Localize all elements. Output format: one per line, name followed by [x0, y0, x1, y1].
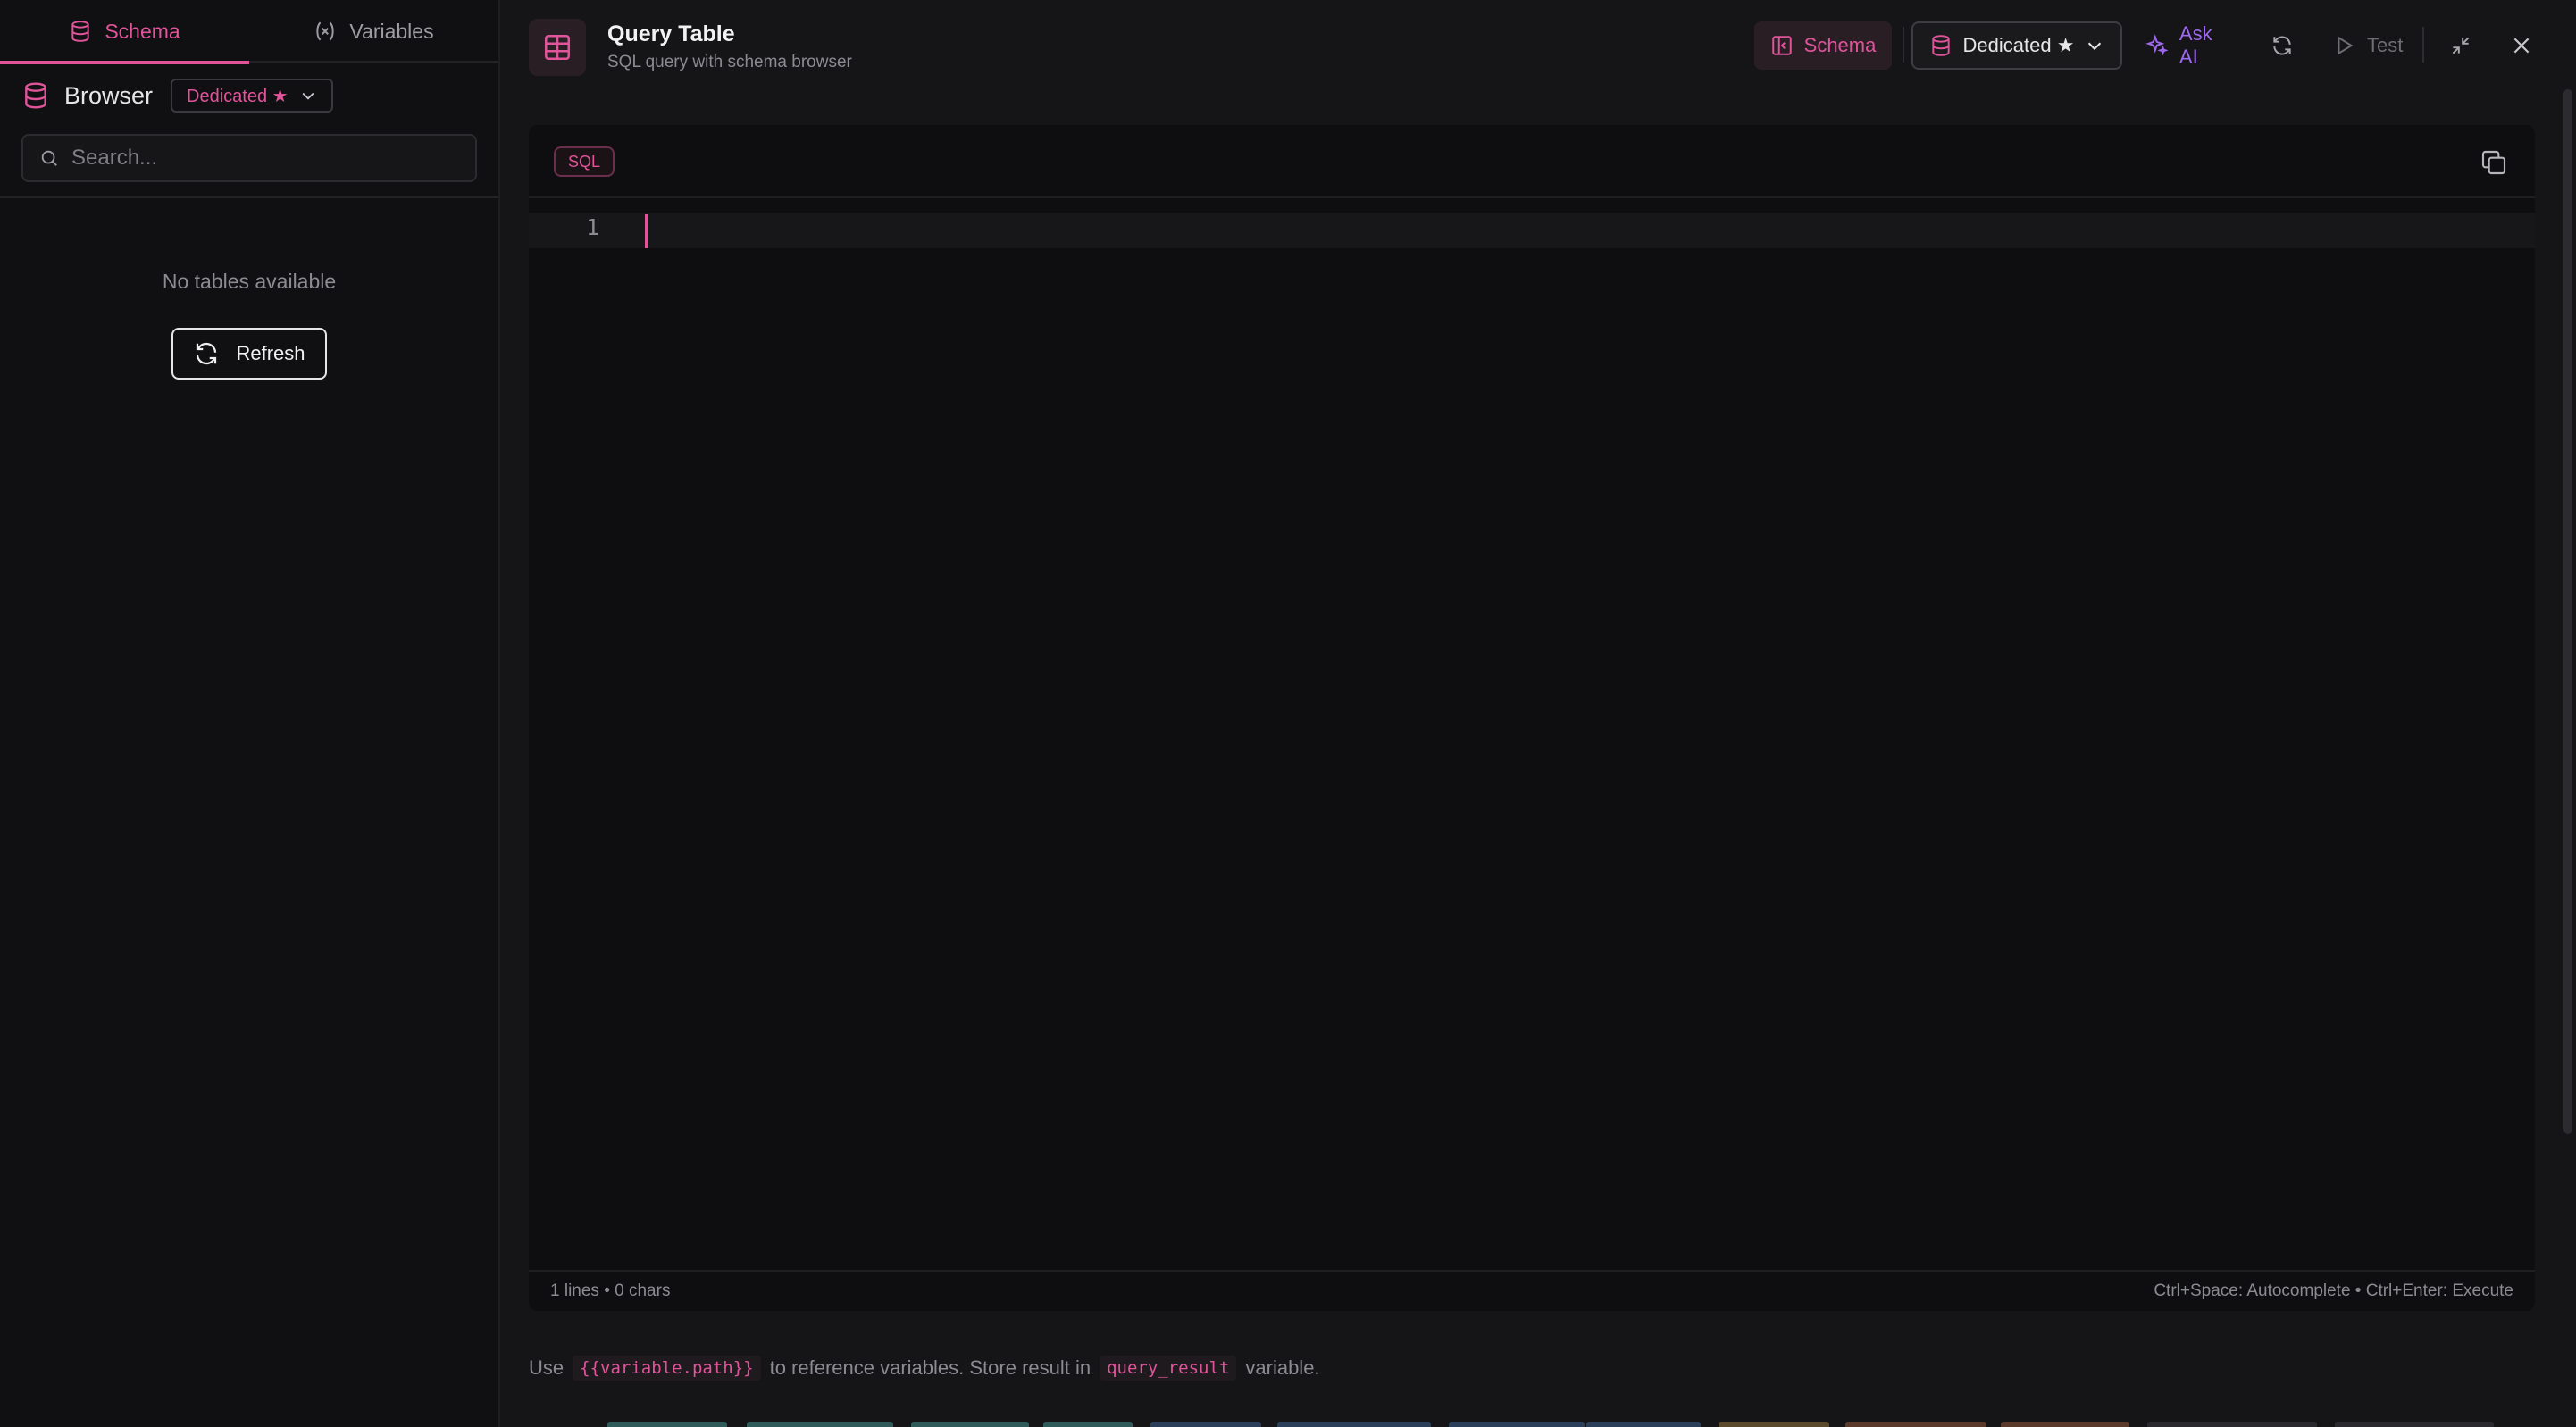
- refresh-icon: [2273, 36, 2291, 55]
- line-char-count: 1 lines • 0 chars: [550, 1281, 671, 1300]
- tab-schema-label: Schema: [105, 19, 180, 43]
- chevron-down-icon: [2088, 42, 2102, 51]
- keyboard-shortcuts-hint: Ctrl+Space: Autocomplete • Ctrl+Enter: E…: [2154, 1281, 2513, 1300]
- refresh-label: Refresh: [236, 342, 305, 364]
- variable-chip[interactable]: [911, 1422, 1029, 1427]
- hint-prefix: Use: [529, 1356, 565, 1379]
- tab-variables-label: Variables: [349, 19, 434, 43]
- editor-toolbar: SQL: [529, 125, 2535, 198]
- variable-syntax-chip: {{variable.path}}: [573, 1356, 761, 1381]
- line-number: 1: [586, 214, 600, 240]
- copy-button[interactable]: [2476, 145, 2512, 180]
- play-icon: [2338, 36, 2354, 55]
- chevron-down-icon: [302, 92, 314, 100]
- minimize-button[interactable]: [2437, 21, 2485, 70]
- panel-left-icon: [1771, 36, 1792, 55]
- empty-state-message: No tables available: [162, 270, 337, 293]
- variable-chip[interactable]: [2147, 1422, 2317, 1427]
- variable-chip[interactable]: [1449, 1422, 1585, 1427]
- database-icon: [71, 21, 89, 42]
- minimize-icon: [2452, 37, 2470, 54]
- search-input[interactable]: [71, 146, 447, 171]
- browser-title: Browser: [64, 81, 154, 109]
- ask-ai-label: Ask AI: [2179, 22, 2212, 68]
- page-title: Query Table: [607, 21, 735, 46]
- divider: [1903, 27, 1904, 63]
- connection-select[interactable]: Dedicated ★: [1911, 21, 2122, 70]
- result-variable-chip: query_result: [1100, 1356, 1237, 1381]
- database-icon: [25, 82, 46, 109]
- scrollbar[interactable]: [2563, 89, 2572, 1134]
- variable-chip[interactable]: [2001, 1422, 2129, 1427]
- variable-chip[interactable]: [1150, 1422, 1261, 1427]
- editor-status-bar: 1 lines • 0 chars Ctrl+Space: Autocomple…: [529, 1270, 2535, 1311]
- variables-hint: Use {{variable.path}} to reference varia…: [529, 1356, 1320, 1381]
- hint-suffix: variable.: [1245, 1356, 1320, 1379]
- database-icon: [1931, 35, 1950, 56]
- text-cursor: [645, 214, 648, 248]
- reload-button[interactable]: [2258, 21, 2306, 70]
- close-icon: [2513, 38, 2530, 54]
- tab-schema[interactable]: Schema: [0, 0, 249, 64]
- ask-ai-button[interactable]: Ask AI: [2145, 21, 2235, 70]
- node-header: Query Table SQL query with schema browse…: [502, 0, 2576, 93]
- variable-chip[interactable]: [1043, 1422, 1133, 1427]
- connection-pill[interactable]: Dedicated ★: [171, 79, 333, 113]
- variable-chip[interactable]: [1277, 1422, 1431, 1427]
- refresh-button[interactable]: Refresh: [171, 328, 327, 380]
- test-button[interactable]: Test: [2333, 21, 2413, 70]
- variable-chip[interactable]: [1719, 1422, 1829, 1427]
- variable-chip[interactable]: [2335, 1422, 2494, 1427]
- page-subtitle: SQL query with schema browser: [607, 53, 852, 71]
- sql-editor[interactable]: SQL 1 1 lines • 0 chars Ctrl+Space: Auto…: [529, 125, 2535, 1311]
- tab-variables[interactable]: Variables: [249, 0, 498, 63]
- divider: [2422, 27, 2424, 63]
- toggle-schema-button[interactable]: Schema: [1754, 21, 1892, 70]
- variable-icon: [316, 21, 335, 41]
- close-button[interactable]: [2497, 21, 2546, 70]
- language-badge: SQL: [554, 146, 615, 177]
- refresh-icon: [197, 342, 217, 365]
- active-code-line[interactable]: [529, 213, 2535, 248]
- variable-chip[interactable]: [747, 1422, 893, 1427]
- connection-select-label: Dedicated ★: [1962, 34, 2075, 56]
- variable-chip[interactable]: [1586, 1422, 1701, 1427]
- variable-chip[interactable]: [1845, 1422, 1986, 1427]
- browser-header: Browser Dedicated ★: [0, 64, 498, 127]
- variable-chip[interactable]: [607, 1422, 727, 1427]
- copy-icon: [2481, 150, 2506, 175]
- table-search[interactable]: [21, 134, 477, 182]
- schema-sidebar: Schema Variables Browser Dedicated ★ No …: [0, 0, 500, 1427]
- schema-button-label: Schema: [1803, 34, 1877, 56]
- hint-middle: to reference variables. Store result in: [769, 1356, 1091, 1379]
- sidebar-tabs: Schema Variables: [0, 0, 498, 64]
- test-label: Test: [2367, 34, 2404, 56]
- title-block: Query Table SQL query with schema browse…: [607, 21, 852, 72]
- connection-pill-label: Dedicated ★: [187, 86, 289, 106]
- search-icon: [41, 150, 57, 166]
- divider: [0, 196, 498, 198]
- table-icon: [529, 19, 586, 76]
- sparkles-icon: [2145, 34, 2169, 56]
